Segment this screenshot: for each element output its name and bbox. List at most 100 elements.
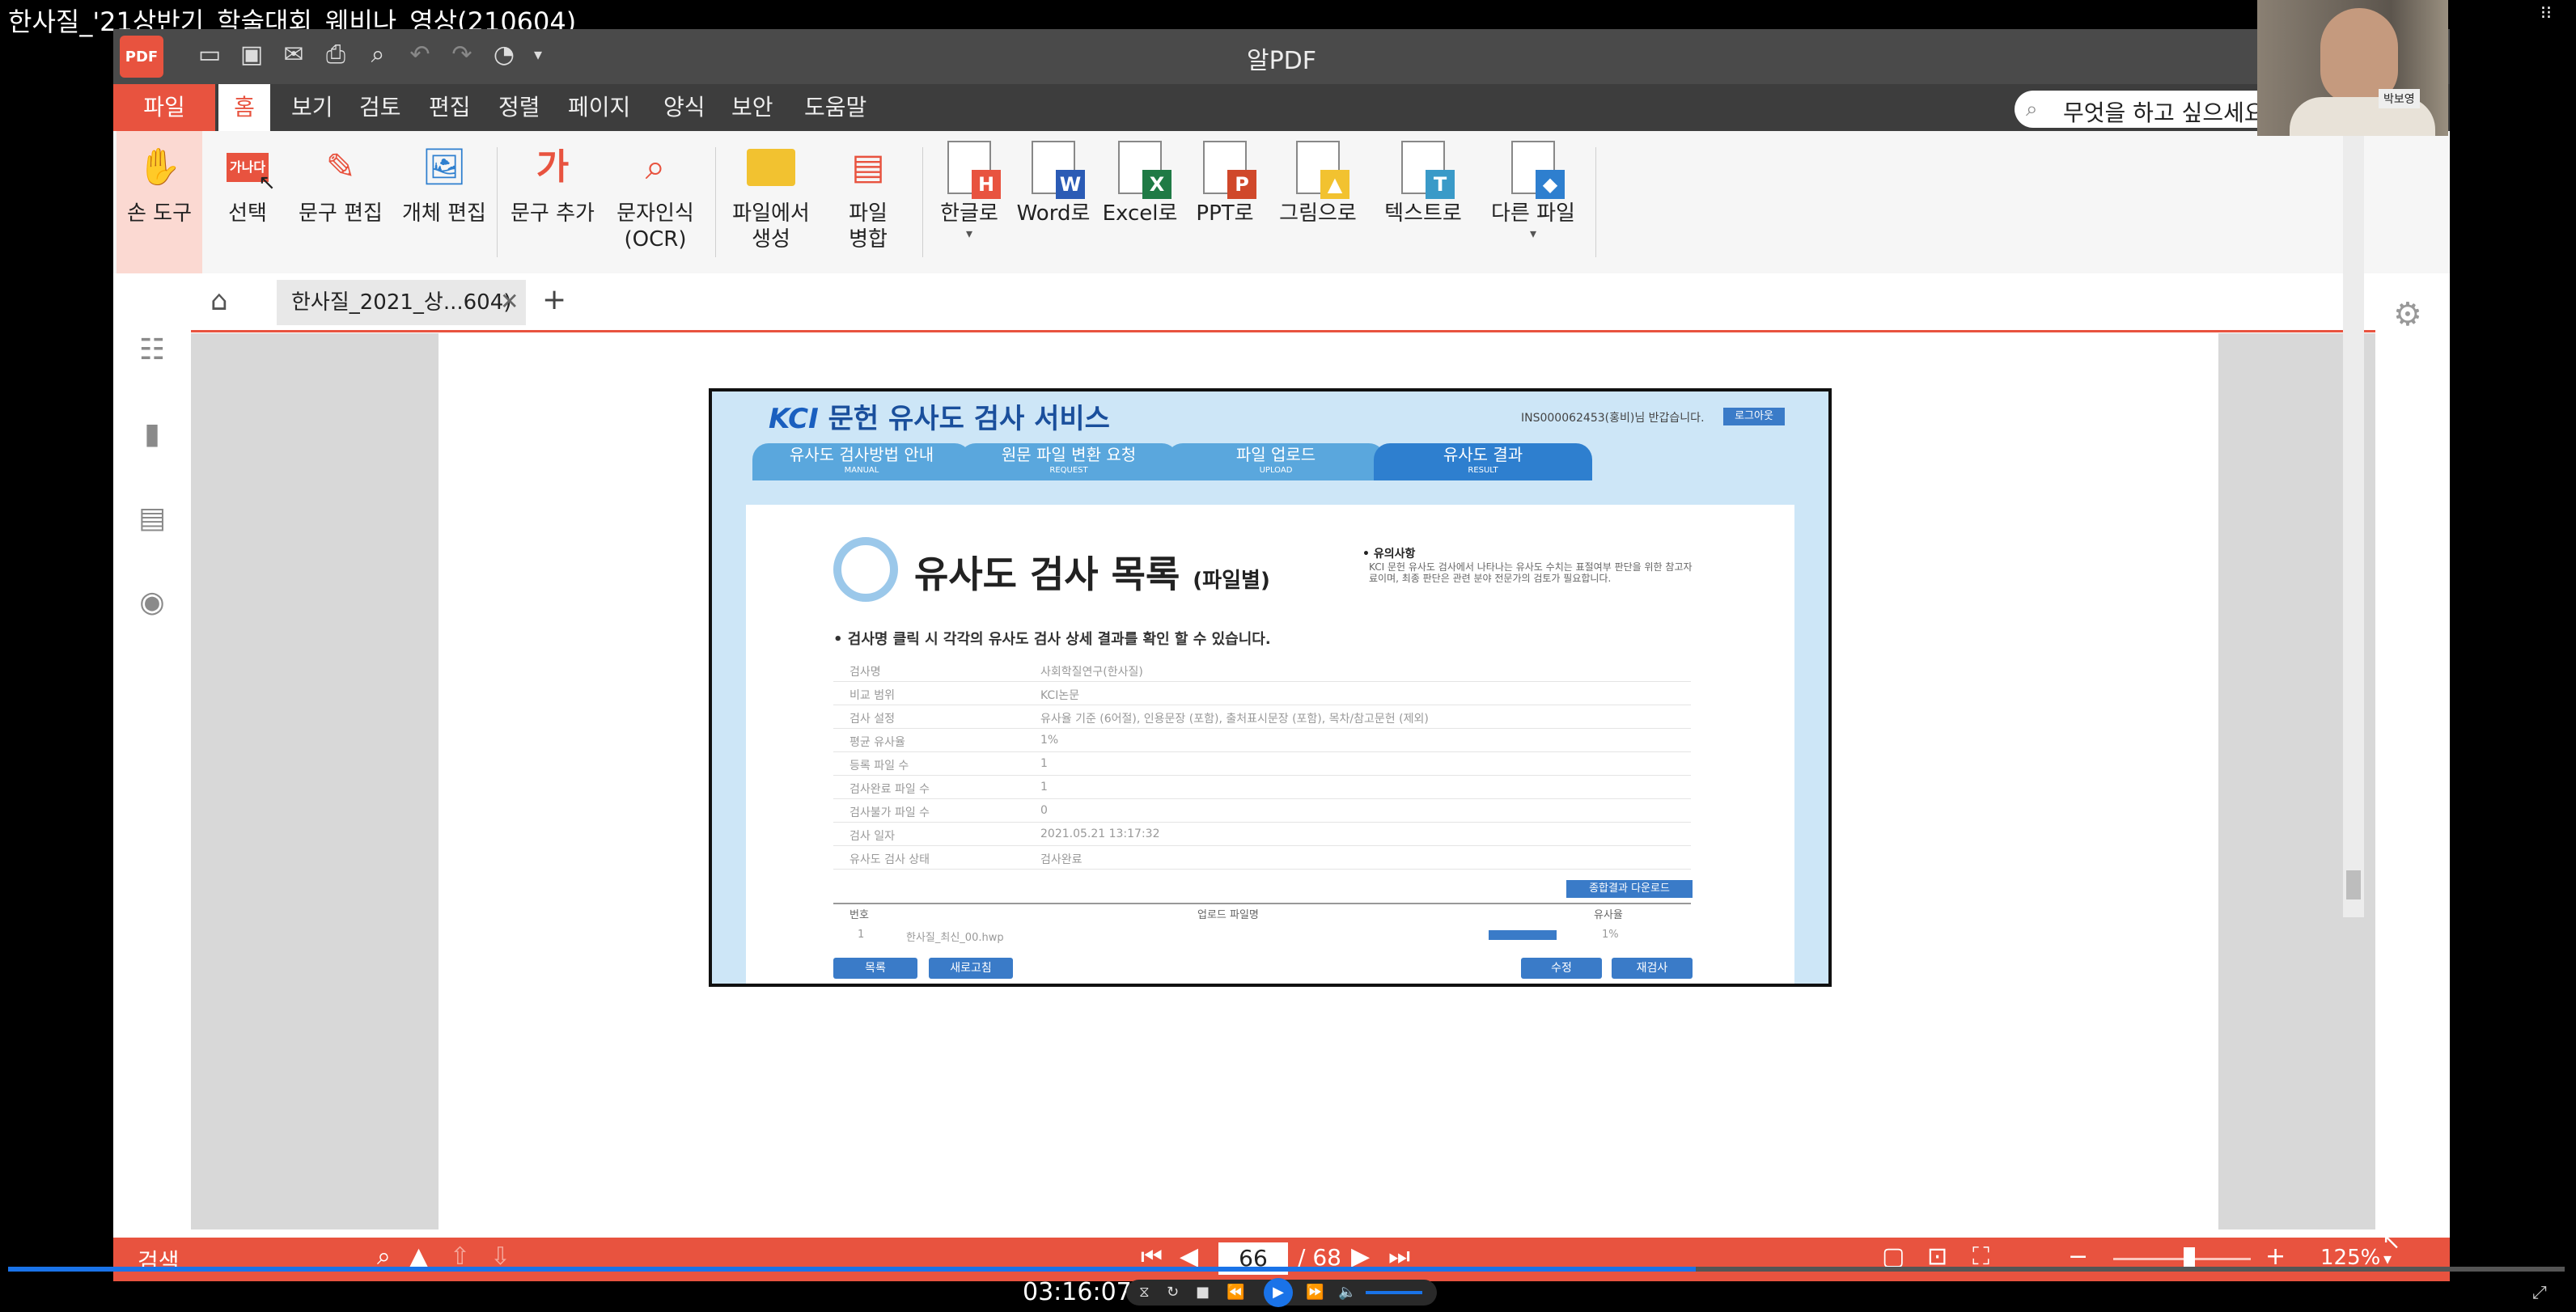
image-edit-icon: 🖼 [422,146,467,188]
menu-help[interactable]: 도움말 [793,84,878,131]
search-panel-icon[interactable]: ◉ [134,584,170,620]
add-text-icon: 가 [536,146,570,188]
app-window: PDF ▭ ▣ ✉ ⎙ ⌕ ↶ ↷ ◔ ▾ 알PDF 파일 홈 보기 검토 편집… [113,29,2450,1281]
menu-arrange[interactable]: 정렬 [487,84,552,131]
text-file-icon: T [1395,139,1455,199]
new-tab-plus-icon[interactable]: + [542,283,566,316]
webcam-overlay: 박보영 [2257,0,2448,136]
bookmark-icon[interactable]: ▮ [134,416,170,451]
download-summary-button: 종합결과 다운로드 [1566,880,1693,898]
menu-review[interactable]: 검토 [348,84,413,131]
step-sub: MANUAL [844,466,879,475]
volume-icon[interactable]: 🔈 [1338,1280,1356,1306]
to-image-button[interactable]: ▲ 그림으로 [1267,131,1369,273]
speed-icon[interactable]: ⧖ [1139,1280,1150,1306]
ppt-file-icon: P [1197,139,1256,199]
info-row: 검사명 사회학질연구(한사질) [833,658,1691,682]
menu-home[interactable]: 홈 [218,84,270,131]
to-text-button[interactable]: T 텍스트로 [1371,131,1476,273]
ocr-label-line2: (OCR) [624,227,687,252]
gear-icon[interactable]: ⚙ [2393,296,2422,333]
chevron-down-icon: ▾ [965,226,973,241]
select-button[interactable]: 가나다 ↖ 선택 [207,131,288,273]
menu-file[interactable]: 파일 [113,84,215,131]
add-text-button[interactable]: 가 문구 추가 [500,131,605,273]
thumbnails-icon[interactable]: ☷ [134,332,170,367]
merge-label-line2: 병합 [849,227,888,252]
service-title-text: 문헌 유사도 검사 서비스 [828,403,1110,435]
close-icon[interactable]: ✕ [500,288,519,315]
step-tab: 파일 업로드 UPLOAD [1167,443,1385,480]
stop-icon[interactable]: ■ [1196,1280,1210,1306]
grid-icon[interactable]: ⁝⁝ [2540,3,2552,23]
rewind-icon[interactable]: ⏪ [1227,1280,1244,1306]
to-ppt-button[interactable]: P PPT로 [1184,131,1265,273]
select-text-icon: 가나다 ↖ [219,139,276,196]
info-row: 검사완료 파일 수1 [833,776,1691,799]
hand-tool-label: 손 도구 [126,201,193,226]
video-progress-bar[interactable] [8,1267,2565,1272]
lead-text: • 검사명 클릭 시 각각의 유사도 검사 상세 결과를 확인 할 수 있습니다… [833,631,1271,648]
scrollbar-thumb[interactable] [2346,870,2361,899]
document-tab[interactable]: 한사질_2021_상...604) [277,280,526,325]
to-text-label: 텍스트로 [1384,201,1462,226]
recheck-button: 재검사 [1612,958,1693,979]
fullscreen-icon[interactable]: ⤢ [2532,1283,2547,1303]
to-hwp-label: 한글로 [940,201,998,226]
col-no: 번호 [849,909,869,921]
to-other-button[interactable]: ◆ 다른 파일 ▾ [1481,131,1586,273]
text-edit-button[interactable]: ✎ 문구 편집 [290,131,392,273]
repeat-icon[interactable]: ↻ [1167,1280,1179,1306]
menu-view[interactable]: 보기 [280,84,345,131]
app-name: 알PDF [1246,47,1317,75]
edit-button: 수정 [1521,958,1602,979]
comment-icon[interactable]: ▤ [134,500,170,535]
hand-tool-button[interactable]: ✋ 손 도구 [117,131,202,273]
object-edit-button[interactable]: 🖼 개체 편집 [393,131,495,273]
webcam-name-tag: 박보영 [2379,89,2420,108]
step-label: 파일 업로드 [1235,445,1316,464]
step-label: 유사도 검사방법 안내 [789,445,934,464]
vertical-scrollbar[interactable] [2343,39,2364,917]
object-edit-label: 개체 편집 [402,201,486,226]
forward-icon[interactable]: ⏩ [1306,1280,1324,1306]
info-row: 검사불가 파일 수0 [833,799,1691,823]
to-other-label: 다른 파일 [1491,201,1575,226]
menu-form[interactable]: 양식 [652,84,717,131]
word-file-icon: W [1025,139,1085,199]
tab-underline [191,330,2375,332]
home-icon[interactable]: ⌂ [210,285,228,317]
mouse-cursor-icon: ↖ [2382,1228,2401,1255]
note-text: KCI 문헌 유사도 검사에서 나타나는 유사도 수치는 표절여부 판단을 위한… [1369,561,1693,584]
menu-page[interactable]: 페이지 [557,84,642,131]
excel-file-icon: X [1112,139,1171,199]
menu-security[interactable]: 보안 [720,84,785,131]
info-row: 검사 설정 유사율 기준 (6어절), 인용문장 (포함), 출처표시문장 (포함… [833,705,1691,729]
add-text-label: 문구 추가 [511,201,595,226]
file-table-header: 번호 업로드 파일명 유사율 [833,903,1691,924]
volume-slider[interactable] [1366,1291,1422,1294]
file-table-row: 1 한사질_최신_00.hwp 1% [833,929,1691,946]
info-row: 등록 파일 수1 [833,752,1691,776]
status-search-label[interactable]: 검색 [138,1244,180,1276]
play-icon[interactable]: ▶ [1264,1278,1293,1307]
merge-files-button[interactable]: ▤ 파일 병합 [824,131,913,273]
status-bar: 검색 ⌕ ▲ ⇧ ⇩ ⏮ ◀ 66 / 68 ▶ ⏭ ▢ ⊡ ⛶ − + 125… [113,1238,2450,1281]
document-tab-strip: ⌂ 한사질_2021_상...604) ✕ + [113,273,2450,330]
create-from-file-line2: 생성 [752,227,790,252]
row-rate: 1% [1602,929,1619,941]
to-excel-button[interactable]: X Excel로 [1097,131,1183,273]
ocr-button[interactable]: ⌕ 문자인식 (OCR) [607,131,704,273]
row-file: 한사질_최신_00.hwp [906,932,1004,944]
to-hwp-button[interactable]: H 한글로 ▾ [929,131,1010,273]
menu-edit[interactable]: 편집 [417,84,482,131]
to-word-button[interactable]: W Word로 [1011,131,1095,273]
zoom-slider[interactable] [2113,1258,2251,1260]
create-from-file-button[interactable]: 파일에서 생성 [720,131,822,273]
embedded-screenshot: KCI 문헌 유사도 검사 서비스 INS000062453(홍비)님 반갑습니… [709,388,1832,987]
result-heading-sub: (파일별) [1193,569,1270,593]
image-file-icon: ▲ [1290,139,1349,199]
video-progress-fill [8,1267,1696,1272]
result-heading-text: 유사도 검사 목록 [914,552,1180,596]
create-from-file-line1: 파일에서 [732,201,810,226]
